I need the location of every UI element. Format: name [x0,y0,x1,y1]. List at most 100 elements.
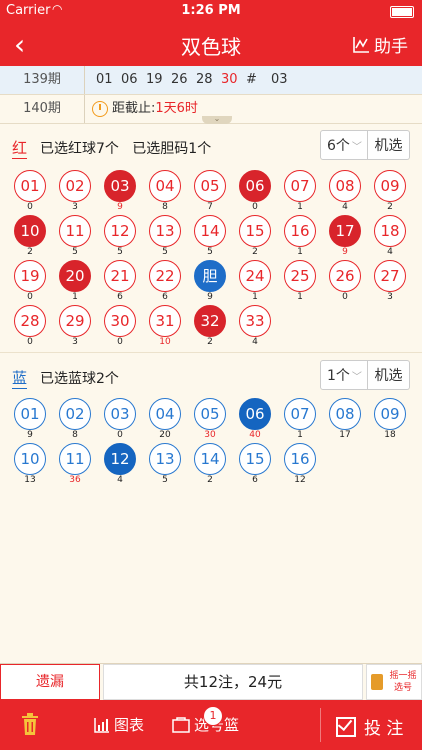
red-ball[interactable]: 15 [239,215,271,247]
miss-count: 9 [117,202,123,212]
blue-ball[interactable]: 04 [149,398,181,430]
bet-button[interactable]: 投 注 [336,714,403,739]
bar-chart-icon [94,717,109,733]
blue-ball[interactable]: 07 [284,398,316,430]
miss-count: 1 [297,202,303,212]
dan-ball[interactable]: 胆 [194,260,226,292]
blue-ball[interactable]: 11 [59,443,91,475]
red-ball[interactable]: 26 [329,260,361,292]
blue-ball[interactable]: 05 [194,398,226,430]
red-ball[interactable]: 16 [284,215,316,247]
miss-count: 13 [24,475,36,485]
miss-count: 30 [204,430,216,440]
red-ball[interactable]: 13 [149,215,181,247]
winning-number: 28 [196,72,213,87]
red-ball[interactable]: 07 [284,170,316,202]
miss-count: 5 [72,247,78,257]
history-row-139: 139期 01 06 19 26 28 30 #03 [0,66,422,95]
red-ball[interactable]: 24 [239,260,271,292]
miss-count: 6 [117,292,123,302]
miss-count: 0 [117,430,123,440]
red-random-button[interactable]: 机选 [368,130,410,160]
red-ball[interactable]: 33 [239,305,271,337]
miss-count: 0 [117,337,123,347]
blue-ball[interactable]: 03 [104,398,136,430]
red-ball[interactable]: 29 [59,305,91,337]
red-ball[interactable]: 03 [104,170,136,202]
miss-count: 12 [294,475,306,485]
blue-ball[interactable]: 14 [194,443,226,475]
winning-number: 01 [96,72,113,87]
red-ball[interactable]: 20 [59,260,91,292]
blue-ball[interactable]: 06 [239,398,271,430]
status-bar: Carrier ◠ 1:26 PM [0,0,422,22]
bet-label: 投 注 [364,719,404,739]
red-count-select[interactable]: 6个 ﹀ [320,130,368,160]
miss-count: 17 [339,430,351,440]
red-ball[interactable]: 22 [149,260,181,292]
separator-hash: # [246,72,257,87]
red-ball[interactable]: 19 [14,260,46,292]
red-ball[interactable]: 12 [104,215,136,247]
blue-random-button[interactable]: 机选 [368,360,410,390]
section-divider [0,352,422,353]
blue-ball[interactable]: 10 [14,443,46,475]
red-ball[interactable]: 09 [374,170,406,202]
miss-button[interactable]: 遗漏 [0,664,100,700]
miss-count: 6 [252,475,258,485]
red-ball[interactable]: 10 [14,215,46,247]
red-ball[interactable]: 06 [239,170,271,202]
blue-ball[interactable]: 09 [374,398,406,430]
red-ball[interactable]: 08 [329,170,361,202]
red-ball[interactable]: 18 [374,215,406,247]
miss-count: 2 [207,475,213,485]
helper-button[interactable]: 助手 [352,32,408,57]
expand-handle-icon[interactable]: ⌄ [202,115,232,124]
red-ball[interactable]: 04 [149,170,181,202]
red-ball[interactable]: 17 [329,215,361,247]
red-ball[interactable]: 28 [14,305,46,337]
red-ball[interactable]: 27 [374,260,406,292]
clock-icon [92,101,108,117]
chart-tab[interactable]: 图表 [94,714,144,735]
red-ball[interactable]: 01 [14,170,46,202]
shake-line1: 摇一摇 [389,671,417,681]
blue-ball[interactable]: 15 [239,443,271,475]
blue-ball[interactable]: 01 [14,398,46,430]
miss-count: 3 [72,337,78,347]
miss-count: 0 [27,337,33,347]
clock-time: 1:26 PM [181,3,241,18]
miss-count: 8 [162,202,168,212]
blue-ball[interactable]: 08 [329,398,361,430]
deadline-value: 1天6时 [155,101,198,116]
red-count-value: 6个 [327,138,350,154]
miss-count: 40 [249,430,261,440]
red-ball[interactable]: 31 [149,305,181,337]
red-ball[interactable]: 21 [104,260,136,292]
red-ball[interactable]: 30 [104,305,136,337]
bottom-toolbar: 图表 选号篮 1 投 注 [0,700,422,750]
miss-count: 2 [207,337,213,347]
red-ball[interactable]: 05 [194,170,226,202]
chevron-down-icon: ﹀ [351,372,362,383]
red-ball[interactable]: 11 [59,215,91,247]
bet-total: 共12注，24元 [103,664,363,700]
red-ball[interactable]: 25 [284,260,316,292]
miss-count: 2 [27,247,33,257]
miss-count: 10 [159,337,171,347]
miss-count: 1 [252,292,258,302]
red-ball[interactable]: 14 [194,215,226,247]
red-ball[interactable]: 32 [194,305,226,337]
trash-icon[interactable] [20,712,40,736]
shake-button[interactable]: 摇一摇 选号 [366,664,422,700]
blue-ball[interactable]: 13 [149,443,181,475]
red-ball[interactable]: 02 [59,170,91,202]
blue-ball[interactable]: 12 [104,443,136,475]
blue-ball[interactable]: 16 [284,443,316,475]
miss-count: 1 [297,430,303,440]
blue-count-select[interactable]: 1个 ﹀ [320,360,368,390]
red-section-header: 红 已选红球7个 已选胆码1个 6个 ﹀ 机选 [0,130,422,164]
winning-number: 06 [121,72,138,87]
chart-line-icon [353,36,369,53]
blue-ball[interactable]: 02 [59,398,91,430]
